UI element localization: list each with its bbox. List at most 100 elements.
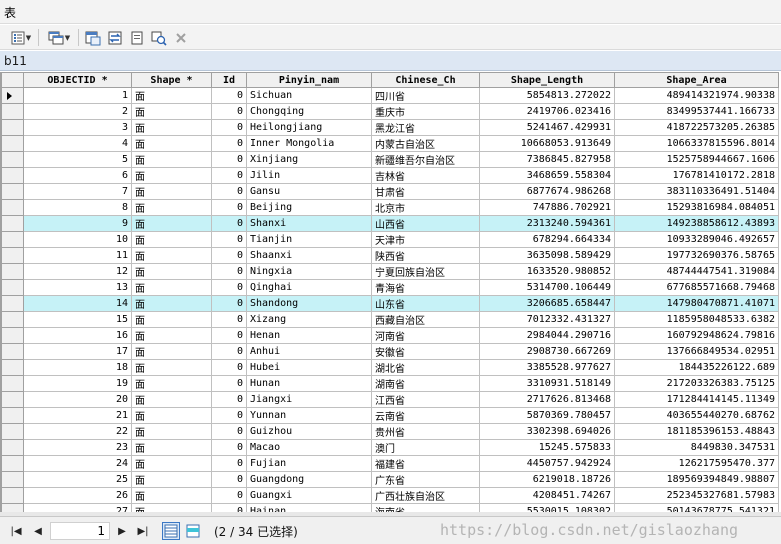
cell-shape-length[interactable]: 3385528.977627 bbox=[479, 359, 615, 376]
cell-id[interactable]: 0 bbox=[211, 439, 247, 456]
cell-id[interactable]: 0 bbox=[211, 103, 247, 120]
row-selector[interactable] bbox=[1, 391, 24, 408]
cell-pinyin[interactable]: Heilongjiang bbox=[246, 119, 372, 136]
cell-shape-area[interactable]: 149238858612.43893 bbox=[614, 215, 779, 232]
cell-chinese[interactable]: 湖北省 bbox=[371, 359, 480, 376]
row-selector[interactable] bbox=[1, 407, 24, 424]
cell-shape[interactable]: 面 bbox=[131, 391, 212, 408]
cell-id[interactable]: 0 bbox=[211, 391, 247, 408]
cell-shape-area[interactable]: 197732690376.58765 bbox=[614, 247, 779, 264]
cell-chinese[interactable]: 云南省 bbox=[371, 407, 480, 424]
row-selector[interactable] bbox=[1, 327, 24, 344]
cell-objectid[interactable]: 19 bbox=[23, 375, 132, 392]
cell-shape[interactable]: 面 bbox=[131, 487, 212, 504]
cell-pinyin[interactable]: Fujian bbox=[246, 455, 372, 472]
cell-chinese[interactable]: 福建省 bbox=[371, 455, 480, 472]
cell-id[interactable]: 0 bbox=[211, 263, 247, 280]
cell-pinyin[interactable]: Guangdong bbox=[246, 471, 372, 488]
cell-shape-area[interactable]: 10933289046.492657 bbox=[614, 231, 779, 248]
table-row[interactable]: 17 面 0 Anhui 安徽省 2908730.667269 137666849534.0… bbox=[1, 343, 779, 360]
cell-shape[interactable]: 面 bbox=[131, 311, 212, 328]
table-row[interactable]: 3 面 0 Heilongjiang 黑龙江省 5241467.429931 4187225… bbox=[1, 119, 779, 136]
cell-pinyin[interactable]: Yunnan bbox=[246, 407, 372, 424]
cell-pinyin[interactable]: Guizhou bbox=[246, 423, 372, 440]
cell-id[interactable]: 0 bbox=[211, 215, 247, 232]
row-selector[interactable] bbox=[1, 103, 24, 120]
cell-shape-area[interactable]: 181185396153.48843 bbox=[614, 423, 779, 440]
cell-shape-length[interactable]: 3635098.589429 bbox=[479, 247, 615, 264]
cell-shape-length[interactable]: 4208451.74267 bbox=[479, 487, 615, 504]
cell-id[interactable]: 0 bbox=[211, 167, 247, 184]
cell-objectid[interactable]: 25 bbox=[23, 471, 132, 488]
row-selector[interactable] bbox=[1, 343, 24, 360]
show-all-records-button[interactable] bbox=[162, 522, 180, 540]
table-row[interactable]: 15 面 0 Xizang 西藏自治区 7012332.431327 11859580485… bbox=[1, 311, 779, 328]
previous-record-button[interactable]: ◀ bbox=[30, 523, 46, 539]
cell-shape-area[interactable]: 217203326383.75125 bbox=[614, 375, 779, 392]
table-row[interactable]: 10 面 0 Tianjin 天津市 678294.664334 10933289046.4… bbox=[1, 231, 779, 248]
table-row[interactable]: 18 面 0 Hubei 湖北省 3385528.977627 184435226122.6… bbox=[1, 359, 779, 376]
cell-pinyin[interactable]: Shanxi bbox=[246, 215, 372, 232]
table-row[interactable]: 16 面 0 Henan 河南省 2984044.290716 160792948624.7… bbox=[1, 327, 779, 344]
cell-shape-area[interactable]: 1185958048533.6382 bbox=[614, 311, 779, 328]
attribute-table[interactable]: OBJECTID * Shape * Id Pinyin_nam Chinese… bbox=[0, 72, 781, 516]
cell-chinese[interactable]: 广西壮族自治区 bbox=[371, 487, 480, 504]
switch-selection-button[interactable] bbox=[106, 28, 124, 47]
cell-chinese[interactable]: 天津市 bbox=[371, 231, 480, 248]
cell-chinese[interactable]: 河南省 bbox=[371, 327, 480, 344]
cell-shape[interactable]: 面 bbox=[131, 439, 212, 456]
cell-id[interactable]: 0 bbox=[211, 327, 247, 344]
cell-shape[interactable]: 面 bbox=[131, 407, 212, 424]
cell-chinese[interactable]: 广东省 bbox=[371, 471, 480, 488]
cell-id[interactable]: 0 bbox=[211, 151, 247, 168]
row-selector[interactable] bbox=[1, 455, 24, 472]
cell-pinyin[interactable]: Henan bbox=[246, 327, 372, 344]
cell-shape[interactable]: 面 bbox=[131, 263, 212, 280]
cell-shape-area[interactable]: 418722573205.26385 bbox=[614, 119, 779, 136]
cell-objectid[interactable]: 23 bbox=[23, 439, 132, 456]
cell-shape[interactable]: 面 bbox=[131, 423, 212, 440]
cell-id[interactable]: 0 bbox=[211, 87, 247, 104]
cell-chinese[interactable]: 青海省 bbox=[371, 279, 480, 296]
row-selector[interactable] bbox=[1, 471, 24, 488]
table-row[interactable]: 19 面 0 Hunan 湖南省 3310931.518149 217203326383.7… bbox=[1, 375, 779, 392]
cell-id[interactable]: 0 bbox=[211, 359, 247, 376]
zoom-to-selected-button[interactable] bbox=[150, 28, 168, 47]
table-row[interactable]: 13 面 0 Qinghai 青海省 5314700.106449 677685571668… bbox=[1, 279, 779, 296]
cell-id[interactable]: 0 bbox=[211, 135, 247, 152]
cell-id[interactable]: 0 bbox=[211, 311, 247, 328]
cell-id[interactable]: 0 bbox=[211, 487, 247, 504]
cell-shape-area[interactable]: 489414321974.90338 bbox=[614, 87, 779, 104]
table-row[interactable]: 1 面 0 Sichuan 四川省 5854813.272022 489414321974.… bbox=[1, 87, 779, 104]
cell-shape-length[interactable]: 2908730.667269 bbox=[479, 343, 615, 360]
cell-shape-area[interactable]: 15293816984.084051 bbox=[614, 199, 779, 216]
row-selector[interactable] bbox=[1, 119, 24, 136]
cell-shape-area[interactable]: 383110336491.51404 bbox=[614, 183, 779, 200]
cell-shape[interactable]: 面 bbox=[131, 167, 212, 184]
cell-shape-area[interactable]: 160792948624.79816 bbox=[614, 327, 779, 344]
column-header-id[interactable]: Id bbox=[211, 72, 247, 88]
table-row[interactable]: 25 面 0 Guangdong 广东省 6219018.18726 18956939484… bbox=[1, 471, 779, 488]
cell-id[interactable]: 0 bbox=[211, 295, 247, 312]
cell-shape-length[interactable]: 2717626.813468 bbox=[479, 391, 615, 408]
cell-shape-area[interactable]: 171284414145.11349 bbox=[614, 391, 779, 408]
row-selector[interactable] bbox=[1, 151, 24, 168]
cell-pinyin[interactable]: Inner Mongolia bbox=[246, 135, 372, 152]
cell-chinese[interactable]: 北京市 bbox=[371, 199, 480, 216]
cell-pinyin[interactable]: Anhui bbox=[246, 343, 372, 360]
column-header-shape-length[interactable]: Shape_Length bbox=[479, 72, 615, 88]
cell-shape[interactable]: 面 bbox=[131, 343, 212, 360]
cell-pinyin[interactable]: Hubei bbox=[246, 359, 372, 376]
cell-shape[interactable]: 面 bbox=[131, 359, 212, 376]
cell-id[interactable]: 0 bbox=[211, 279, 247, 296]
cell-shape[interactable]: 面 bbox=[131, 295, 212, 312]
cell-chinese[interactable]: 四川省 bbox=[371, 87, 480, 104]
cell-shape[interactable]: 面 bbox=[131, 103, 212, 120]
cell-objectid[interactable]: 20 bbox=[23, 391, 132, 408]
cell-shape-area[interactable]: 48744447541.319084 bbox=[614, 263, 779, 280]
cell-objectid[interactable]: 5 bbox=[23, 151, 132, 168]
row-selector[interactable] bbox=[1, 359, 24, 376]
cell-shape-area[interactable]: 1066337815596.8014 bbox=[614, 135, 779, 152]
table-row[interactable]: 9 面 0 Shanxi 山西省 2313240.594361 149238858612.4… bbox=[1, 215, 779, 232]
table-row[interactable]: 23 面 0 Macao 澳门 15245.575833 8449830.347531 bbox=[1, 439, 779, 456]
